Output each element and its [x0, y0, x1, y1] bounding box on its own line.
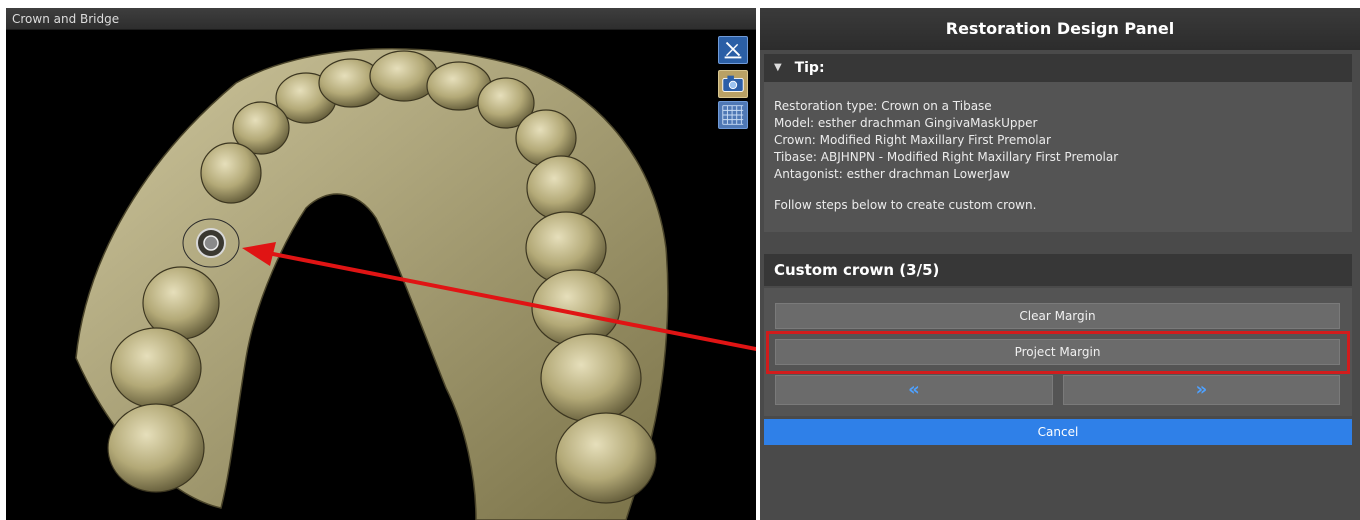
tip-section-header[interactable]: ▼ Tip: — [764, 54, 1352, 82]
tip-line-restoration-type: Restoration type: Crown on a Tibase — [774, 99, 992, 113]
tip-line-antagonist: Antagonist: esther drachman LowerJaw — [774, 167, 1010, 181]
next-step-button[interactable]: » — [1063, 375, 1340, 405]
restoration-design-panel: Restoration Design Panel ▼ Tip: Restorat… — [760, 8, 1360, 520]
project-margin-button[interactable]: Project Margin — [775, 339, 1340, 365]
tip-line-model: Model: esther drachman GingivaMaskUpper — [774, 116, 1038, 130]
step-body: Clear Margin Project Margin « » — [764, 288, 1352, 416]
clear-margin-button[interactable]: Clear Margin — [775, 303, 1340, 329]
grid-toggle-button[interactable] — [718, 101, 748, 129]
tip-line-crown: Crown: Modified Right Maxillary First Pr… — [774, 133, 1051, 147]
collapse-triangle-icon[interactable]: ▼ — [774, 62, 782, 73]
3d-viewport[interactable]: Crown and Bridge — [6, 8, 756, 520]
screenshot-button[interactable] — [718, 70, 748, 98]
tip-line-tibase: Tibase: ABJHNPN - Modified Right Maxilla… — [774, 150, 1119, 164]
step-header: Custom crown (3/5) — [764, 254, 1352, 286]
tip-instruction: Follow steps below to create custom crow… — [774, 198, 1037, 212]
measure-icon — [724, 41, 742, 59]
panel-title: Restoration Design Panel — [760, 8, 1360, 50]
double-chevron-right-icon: » — [1195, 379, 1208, 400]
cancel-button[interactable]: Cancel — [764, 419, 1352, 445]
tip-body: Restoration type: Crown on a Tibase Mode… — [764, 82, 1352, 232]
grid-icon — [722, 105, 744, 125]
measure-tool-button[interactable] — [718, 36, 748, 64]
camera-icon — [722, 75, 744, 92]
viewport-title: Crown and Bridge — [6, 8, 756, 30]
dental-arch-model[interactable] — [6, 8, 756, 520]
tip-label: Tip: — [794, 60, 825, 76]
previous-step-button[interactable]: « — [775, 375, 1053, 405]
double-chevron-left-icon: « — [908, 379, 920, 400]
